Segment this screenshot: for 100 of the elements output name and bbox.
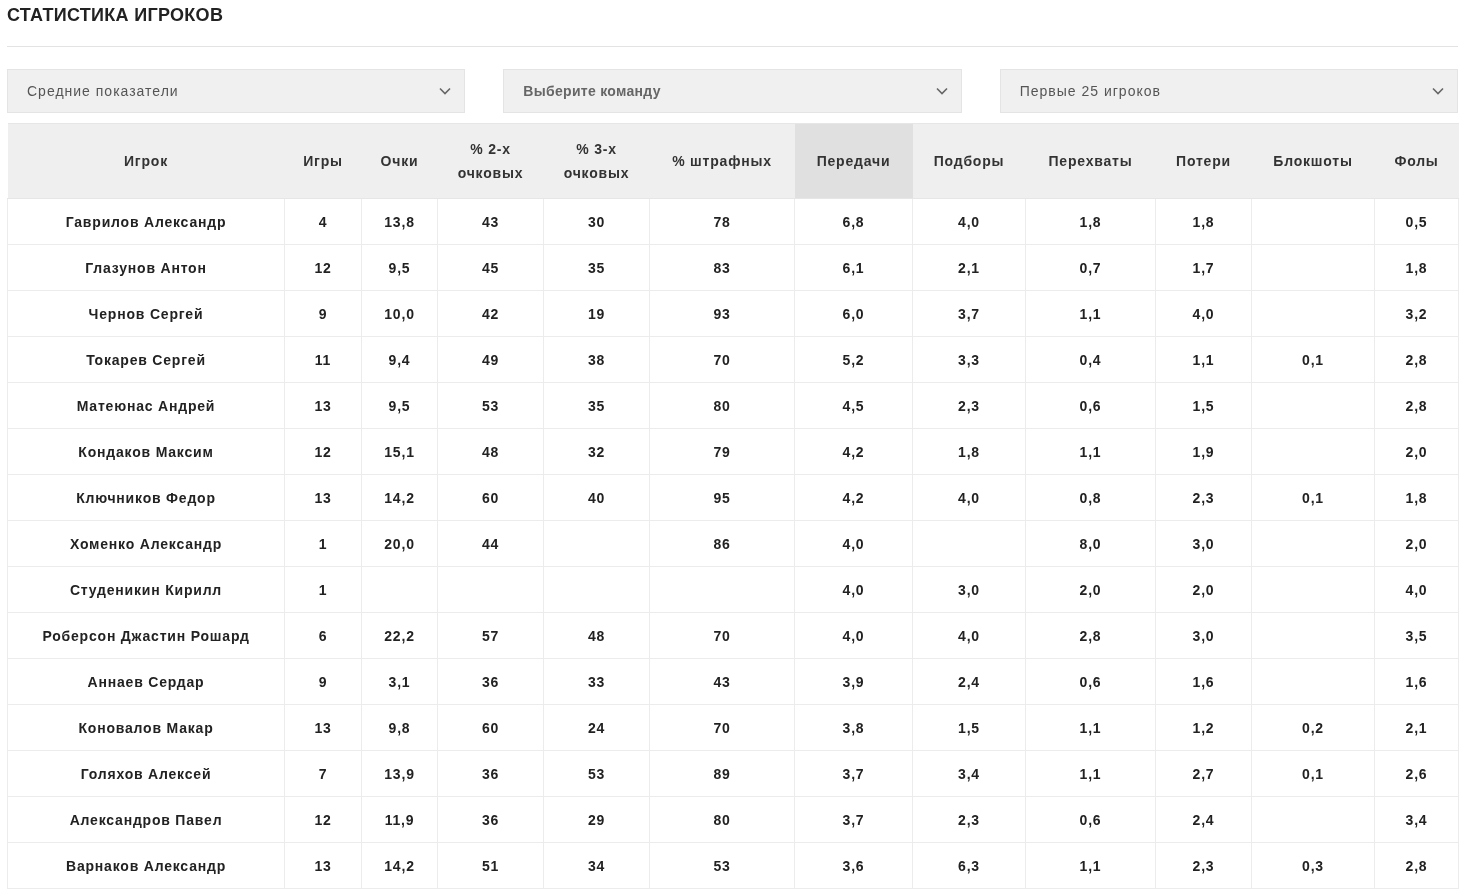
table-cell: 45	[437, 244, 544, 291]
table-cell: 2,3	[1155, 474, 1252, 521]
table-cell: 4,0	[912, 198, 1026, 245]
table-cell: 6,1	[794, 244, 913, 291]
table-cell: 1,9	[1155, 428, 1252, 475]
table-cell: 2,0	[1374, 428, 1459, 475]
player-name-cell: Студеникин Кирилл	[7, 566, 285, 613]
dropdown[interactable]: Средние показатели	[7, 69, 466, 113]
table-cell: 60	[437, 474, 544, 521]
dropdown[interactable]: Выберите команду	[503, 69, 962, 113]
table-cell: 6,3	[912, 842, 1026, 889]
table-cell: 80	[649, 796, 795, 843]
table-cell: 48	[437, 428, 544, 475]
table-cell: 70	[649, 336, 795, 383]
table-cell: 20,0	[361, 520, 438, 567]
player-name-cell: Коновалов Макар	[7, 704, 285, 751]
table-cell: 13,9	[361, 750, 438, 797]
table-cell: 19	[543, 290, 650, 337]
table-cell: 1,8	[1155, 198, 1252, 245]
table-cell: 13	[284, 382, 362, 429]
column-header[interactable]: Передачи	[794, 123, 913, 199]
table-cell: 2,3	[912, 382, 1026, 429]
table-cell: 34	[543, 842, 650, 889]
table-cell: 0,4	[1025, 336, 1156, 383]
table-cell: 3,9	[794, 658, 913, 705]
table-cell: 6	[284, 612, 362, 659]
table-cell: 3,7	[912, 290, 1026, 337]
table-cell: 2,1	[912, 244, 1026, 291]
column-header[interactable]: Фолы	[1374, 123, 1459, 199]
column-header[interactable]: Очки	[361, 123, 438, 199]
table-cell: 4,2	[794, 428, 913, 475]
column-header[interactable]: Игры	[284, 123, 362, 199]
table-cell: 7	[284, 750, 362, 797]
table-cell: 11	[284, 336, 362, 383]
table-cell: 2,6	[1374, 750, 1459, 797]
table-cell: 2,0	[1155, 566, 1252, 613]
table-cell: 80	[649, 382, 795, 429]
table-cell: 0,6	[1025, 658, 1156, 705]
column-header[interactable]: Подборы	[912, 123, 1026, 199]
table-cell: 40	[543, 474, 650, 521]
table-cell: 1,6	[1155, 658, 1252, 705]
table-cell: 15,1	[361, 428, 438, 475]
table-cell: 0,7	[1025, 244, 1156, 291]
page-title: СТАТИСТИКА ИГРОКОВ	[7, 4, 224, 27]
table-cell: 9,4	[361, 336, 438, 383]
table-cell: 22,2	[361, 612, 438, 659]
player-name-cell: Александров Павел	[7, 796, 285, 843]
table-cell: 2,7	[1155, 750, 1252, 797]
table-cell: 9	[284, 290, 362, 337]
table-cell: 44	[437, 520, 544, 567]
table-cell: 13	[284, 704, 362, 751]
table-cell: 30	[543, 198, 650, 245]
table-cell: 3,4	[1374, 796, 1459, 843]
table-cell: 4,0	[794, 566, 913, 613]
table-cell: 1,1	[1025, 750, 1156, 797]
table-cell: 70	[649, 612, 795, 659]
player-name-cell: Токарев Сергей	[7, 336, 285, 383]
column-header[interactable]: Игрок	[7, 123, 285, 199]
table-cell: 6,0	[794, 290, 913, 337]
table-cell: 2,3	[1155, 842, 1252, 889]
table-cell: 1,1	[1025, 290, 1156, 337]
column-header[interactable]: Блокшоты	[1251, 123, 1375, 199]
table-cell: 11,9	[361, 796, 438, 843]
column-header[interactable]: Потери	[1155, 123, 1252, 199]
table-cell: 13	[284, 474, 362, 521]
player-name-cell: Аннаев Сердар	[7, 658, 285, 705]
table-cell: 57	[437, 612, 544, 659]
column-header[interactable]: % 3-х очковых	[543, 123, 650, 199]
table-cell: 38	[543, 336, 650, 383]
table-cell: 32	[543, 428, 650, 475]
table-cell: 4,0	[794, 520, 913, 567]
table-cell: 0,6	[1025, 382, 1156, 429]
table-cell: 3,5	[1374, 612, 1459, 659]
table-cell: 2,8	[1374, 336, 1459, 383]
table-cell: 70	[649, 704, 795, 751]
table-cell: 1,2	[1155, 704, 1252, 751]
table-cell: 5,2	[794, 336, 913, 383]
player-name-cell: Варнаков Александр	[7, 842, 285, 889]
column-header[interactable]: % штрафных	[649, 123, 795, 199]
player-name-cell: Матеюнас Андрей	[7, 382, 285, 429]
dropdown[interactable]: Первые 25 игроков	[999, 69, 1458, 113]
table-cell: 3,2	[1374, 290, 1459, 337]
table-cell: 42	[437, 290, 544, 337]
table-cell: 2,0	[1374, 520, 1459, 567]
table-cell: 3,0	[912, 566, 1026, 613]
table-cell: 0,8	[1025, 474, 1156, 521]
table-cell: 9,5	[361, 382, 438, 429]
table-cell: 3,1	[361, 658, 438, 705]
table-cell: 9	[284, 658, 362, 705]
column-header[interactable]: Перехваты	[1025, 123, 1156, 199]
table-cell: 51	[437, 842, 544, 889]
table-cell: 4,0	[912, 474, 1026, 521]
player-name-cell: Гаврилов Александр	[7, 198, 285, 245]
table-cell: 2,0	[1025, 566, 1156, 613]
player-name-cell: Голяхов Алексей	[7, 750, 285, 797]
table-cell: 2,8	[1025, 612, 1156, 659]
table-cell: 13	[284, 842, 362, 889]
table-cell: 35	[543, 244, 650, 291]
column-header[interactable]: % 2-х очковых	[437, 123, 544, 199]
table-cell: 60	[437, 704, 544, 751]
